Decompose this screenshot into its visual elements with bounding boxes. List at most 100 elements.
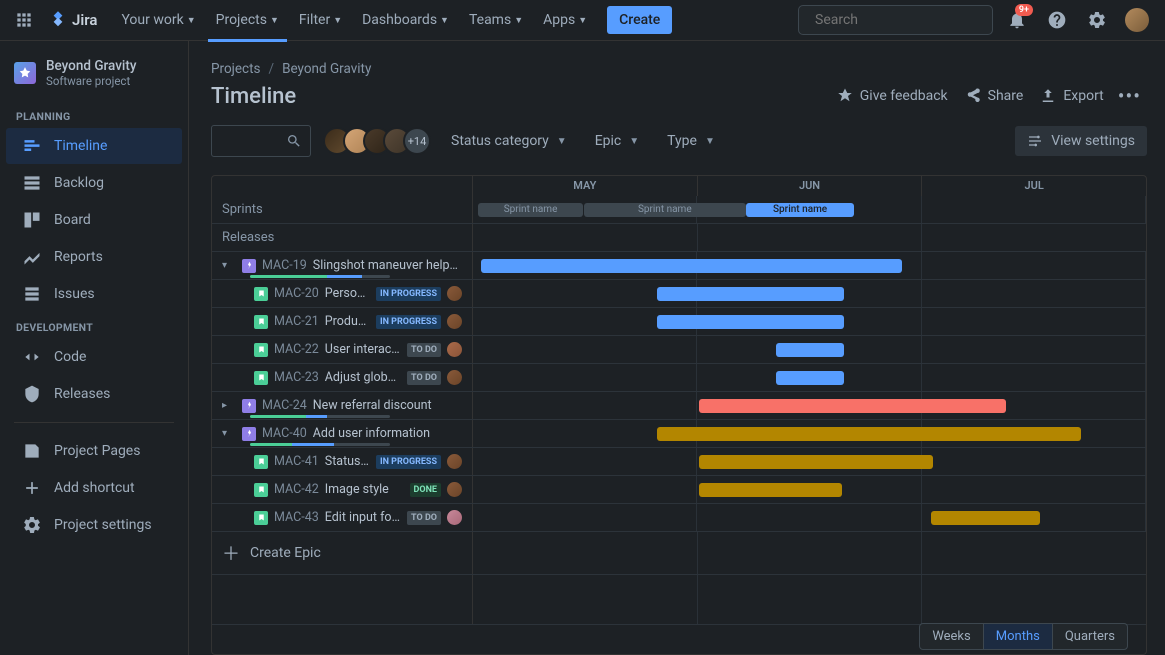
nav-your-work[interactable]: Your work▼ (113, 8, 203, 32)
timeline-bar[interactable] (776, 371, 845, 385)
issue-key[interactable]: MAC-22 (274, 342, 319, 357)
story-icon (254, 343, 268, 357)
timeline-bar[interactable] (657, 287, 844, 301)
settings-icon[interactable] (1081, 4, 1113, 36)
sidebar-item-timeline[interactable]: Timeline (6, 128, 182, 164)
epic-icon (242, 399, 256, 413)
timeline-bar[interactable] (481, 259, 902, 273)
assignee-avatar[interactable] (447, 342, 462, 357)
avatar-more[interactable]: +14 (403, 127, 431, 155)
filter-epic[interactable]: Epic▼ (587, 127, 647, 155)
filter-status-category[interactable]: Status category▼ (443, 127, 575, 155)
app-switcher-icon[interactable] (12, 8, 36, 32)
issue-summary[interactable]: Image style (325, 482, 404, 497)
sidebar-item-add-shortcut[interactable]: Add shortcut (6, 470, 182, 506)
sidebar-item-releases[interactable]: Releases (6, 376, 182, 412)
issue-summary[interactable]: User interactio… (325, 342, 401, 357)
search-box[interactable] (798, 5, 993, 35)
assignee-avatar[interactable] (447, 454, 462, 469)
nav-projects[interactable]: Projects▼ (208, 8, 287, 32)
project-icon (14, 62, 36, 84)
zoom-tab-weeks[interactable]: Weeks (920, 624, 983, 649)
filter-search-input[interactable] (211, 125, 311, 157)
status-badge: IN PROGRESS (376, 287, 441, 301)
more-icon[interactable]: ••• (1112, 82, 1147, 110)
timeline-month: MAY (473, 176, 698, 196)
issue-key[interactable]: MAC-19 (262, 258, 307, 273)
filter-type[interactable]: Type▼ (659, 127, 723, 155)
search-input[interactable] (815, 12, 993, 28)
assignee-avatar[interactable] (447, 314, 462, 329)
assignee-avatar[interactable] (447, 286, 462, 301)
nav-apps[interactable]: Apps▼ (535, 8, 595, 32)
assignee-avatar[interactable] (447, 370, 462, 385)
timeline-bar[interactable] (657, 427, 1081, 441)
issue-summary[interactable]: Status in… (325, 454, 370, 469)
sidebar-section-planning: PLANNING (0, 102, 188, 127)
nav-filter[interactable]: Filter▼ (291, 8, 350, 32)
story-icon (254, 371, 268, 385)
assignee-avatar[interactable] (447, 482, 462, 497)
timeline-bar[interactable] (931, 511, 1041, 525)
issue-summary[interactable]: Persona… (325, 286, 370, 301)
issue-summary[interactable]: Slingshot maneuver helper… (313, 258, 462, 273)
expand-chevron-icon[interactable]: ▸ (222, 400, 236, 411)
timeline-bar[interactable] (699, 483, 842, 497)
sidebar-item-code[interactable]: Code (6, 339, 182, 375)
breadcrumb-root[interactable]: Projects (211, 61, 261, 77)
create-epic-button[interactable]: ＋Create Epic (222, 536, 321, 570)
sprint-pill[interactable]: Sprint name (584, 203, 746, 217)
timeline-bar[interactable] (699, 455, 933, 469)
breadcrumb-project[interactable]: Beyond Gravity (282, 61, 371, 77)
expand-chevron-icon[interactable]: ▾ (222, 428, 236, 439)
issue-key[interactable]: MAC-41 (274, 454, 319, 469)
sidebar-project-header[interactable]: Beyond Gravity Software project (0, 53, 188, 102)
zoom-tab-quarters[interactable]: Quarters (1053, 624, 1127, 649)
zoom-control: WeeksMonthsQuarters (919, 623, 1128, 650)
status-badge: DONE (410, 483, 441, 497)
notifications-icon[interactable]: 9+ (1001, 4, 1033, 36)
issue-key[interactable]: MAC-42 (274, 482, 319, 497)
story-icon (254, 455, 268, 469)
sidebar-item-board[interactable]: Board (6, 202, 182, 238)
project-name: Beyond Gravity (46, 59, 136, 74)
sidebar-item-reports[interactable]: Reports (6, 239, 182, 275)
issue-summary[interactable]: Add user information (313, 426, 462, 441)
timeline-bar[interactable] (657, 315, 844, 329)
issue-key[interactable]: MAC-40 (262, 426, 307, 441)
issue-key[interactable]: MAC-20 (274, 286, 319, 301)
nav-teams[interactable]: Teams▼ (461, 8, 531, 32)
timeline-bar[interactable] (699, 399, 1006, 413)
user-avatar[interactable] (1121, 4, 1153, 36)
search-icon (286, 133, 302, 149)
issue-summary[interactable]: Adjust global s… (325, 370, 401, 385)
zoom-tab-months[interactable]: Months (984, 624, 1053, 649)
status-badge: IN PROGRESS (376, 455, 441, 469)
expand-chevron-icon[interactable]: ▾ (222, 260, 236, 271)
sidebar-item-backlog[interactable]: Backlog (6, 165, 182, 201)
issue-key[interactable]: MAC-21 (274, 314, 319, 329)
create-button[interactable]: Create (607, 6, 672, 34)
chevron-down-icon: ▼ (557, 136, 567, 147)
help-icon[interactable] (1041, 4, 1073, 36)
sidebar-item-project-settings[interactable]: Project settings (6, 507, 182, 543)
share-button[interactable]: Share (956, 81, 1032, 111)
issue-key[interactable]: MAC-23 (274, 370, 319, 385)
issue-key[interactable]: MAC-24 (262, 398, 307, 413)
nav-dashboards[interactable]: Dashboards▼ (354, 8, 457, 32)
issue-key[interactable]: MAC-43 (274, 510, 319, 525)
sidebar-item-project-pages[interactable]: Project Pages (6, 433, 182, 469)
issue-summary[interactable]: New referral discount (313, 398, 462, 413)
sprint-pill[interactable]: Sprint name (746, 203, 854, 217)
view-settings-button[interactable]: View settings (1015, 126, 1147, 156)
issue-summary[interactable]: Product… (325, 314, 370, 329)
assignee-filter[interactable]: +14 (323, 127, 431, 155)
export-button[interactable]: Export (1031, 81, 1111, 111)
assignee-avatar[interactable] (447, 510, 462, 525)
jira-logo[interactable]: Jira (48, 10, 97, 30)
give-feedback-button[interactable]: Give feedback (828, 81, 956, 111)
sprint-pill[interactable]: Sprint name (478, 203, 582, 217)
sidebar-item-issues[interactable]: Issues (6, 276, 182, 312)
issue-summary[interactable]: Edit input form (325, 510, 401, 525)
timeline-bar[interactable] (776, 343, 845, 357)
